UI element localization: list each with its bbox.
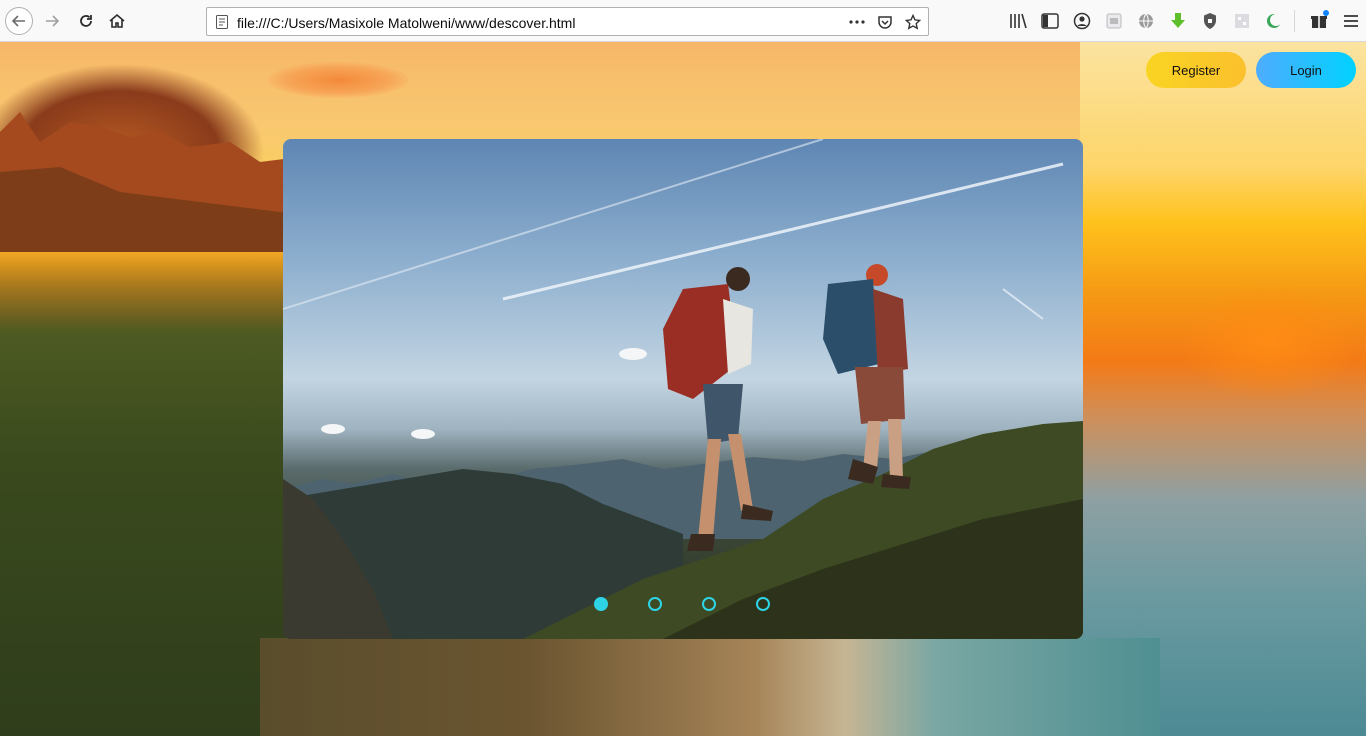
globe-extension-icon[interactable] xyxy=(1134,10,1158,32)
account-icon[interactable] xyxy=(1070,10,1094,32)
home-button[interactable] xyxy=(103,7,131,35)
puzzle-extension-icon[interactable] xyxy=(1230,10,1254,32)
url-text[interactable]: file:///C:/Users/Masixole Matolweni/www/… xyxy=(237,15,575,31)
background-coastline xyxy=(260,638,1160,736)
back-button[interactable] xyxy=(5,7,33,35)
url-bar[interactable]: file:///C:/Users/Masixole Matolweni/www/… xyxy=(206,7,929,36)
carousel-slide-image xyxy=(283,139,1083,639)
register-button[interactable]: Register xyxy=(1146,52,1246,88)
forward-button[interactable] xyxy=(38,7,66,35)
gift-icon[interactable] xyxy=(1307,10,1331,32)
library-icon[interactable] xyxy=(1006,10,1030,32)
toolbar-icons xyxy=(1006,10,1366,32)
background-sun-glow xyxy=(1180,282,1360,402)
forward-arrow-icon xyxy=(46,15,60,27)
toolbar-separator xyxy=(1294,10,1295,32)
crescent-extension-icon[interactable] xyxy=(1262,10,1286,32)
carousel-dot-1[interactable] xyxy=(594,597,608,611)
reload-button[interactable] xyxy=(72,7,100,35)
notification-dot xyxy=(1323,10,1329,16)
page-background: Register Login xyxy=(0,42,1366,736)
hamburger-menu-icon[interactable] xyxy=(1339,10,1363,32)
pocket-icon[interactable] xyxy=(876,13,894,31)
home-icon xyxy=(109,13,125,28)
carousel-dot-3[interactable] xyxy=(702,597,716,611)
download-extension-icon[interactable] xyxy=(1166,10,1190,32)
carousel-dot-4[interactable] xyxy=(756,597,770,611)
page-info-icon[interactable] xyxy=(214,14,230,30)
sidebar-icon[interactable] xyxy=(1038,10,1062,32)
reload-icon xyxy=(80,15,92,27)
carousel-indicators xyxy=(594,597,770,611)
star-icon[interactable] xyxy=(904,13,922,31)
image-carousel[interactable] xyxy=(283,139,1083,639)
extension-screenshot-icon[interactable] xyxy=(1102,10,1126,32)
more-dots-icon[interactable] xyxy=(848,13,866,31)
browser-toolbar: file:///C:/Users/Masixole Matolweni/www/… xyxy=(0,0,1366,42)
back-arrow-icon xyxy=(11,15,25,27)
login-button[interactable]: Login xyxy=(1256,52,1356,88)
carousel-dot-2[interactable] xyxy=(648,597,662,611)
shield-icon[interactable] xyxy=(1198,10,1222,32)
url-actions xyxy=(848,13,922,31)
